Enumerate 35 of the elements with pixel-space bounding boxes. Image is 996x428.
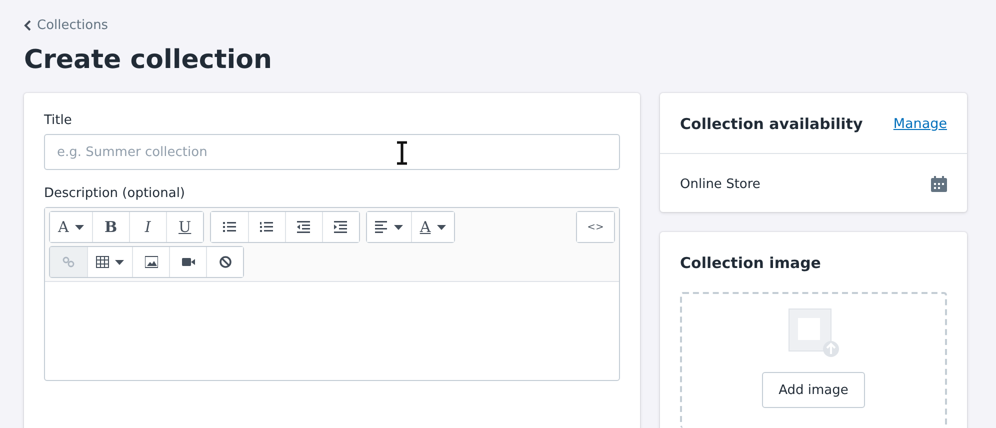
format-button[interactable]: <> xyxy=(577,212,614,242)
video-icon xyxy=(182,256,194,268)
back-link[interactable]: Collections xyxy=(24,18,108,33)
no-entry-icon xyxy=(218,256,232,268)
caret-icon xyxy=(115,260,124,264)
table-icon xyxy=(96,256,109,268)
toolbar-button[interactable] xyxy=(206,247,243,277)
field-label: Title xyxy=(44,113,73,128)
numbered-list-icon xyxy=(260,221,274,233)
add-image-button[interactable]: Add image xyxy=(762,372,866,408)
image-dropzone[interactable]: Add image xyxy=(680,292,947,428)
format-button[interactable]: U xyxy=(166,212,203,242)
field-label: Description (optional) xyxy=(44,186,186,201)
caret-icon xyxy=(394,224,403,230)
description-editor[interactable]: A B I U A <> xyxy=(44,207,620,381)
caret-icon xyxy=(74,224,84,230)
bulleted-list-icon xyxy=(222,221,236,233)
manage-link[interactable]: Manage xyxy=(893,116,947,132)
title-field[interactable]: e.g. Summer collection xyxy=(44,134,620,170)
toolbar-button[interactable] xyxy=(322,212,359,242)
link-icon xyxy=(62,256,75,268)
outdent-icon xyxy=(297,221,310,233)
channel-name: Online Store xyxy=(680,176,760,192)
card-title: Collection image xyxy=(680,254,821,272)
page-title: Create collection xyxy=(24,45,274,75)
image-upload-icon xyxy=(788,308,840,358)
image-icon xyxy=(144,256,158,268)
chevron-left-icon xyxy=(24,20,31,31)
indent-icon xyxy=(334,221,348,233)
card-title: Collection availability xyxy=(680,115,863,133)
text-cursor-icon xyxy=(394,141,410,165)
align-left-icon xyxy=(374,221,388,233)
format-button[interactable]: A xyxy=(410,212,454,242)
caret-icon xyxy=(436,224,446,230)
calendar-icon[interactable] xyxy=(931,176,947,192)
